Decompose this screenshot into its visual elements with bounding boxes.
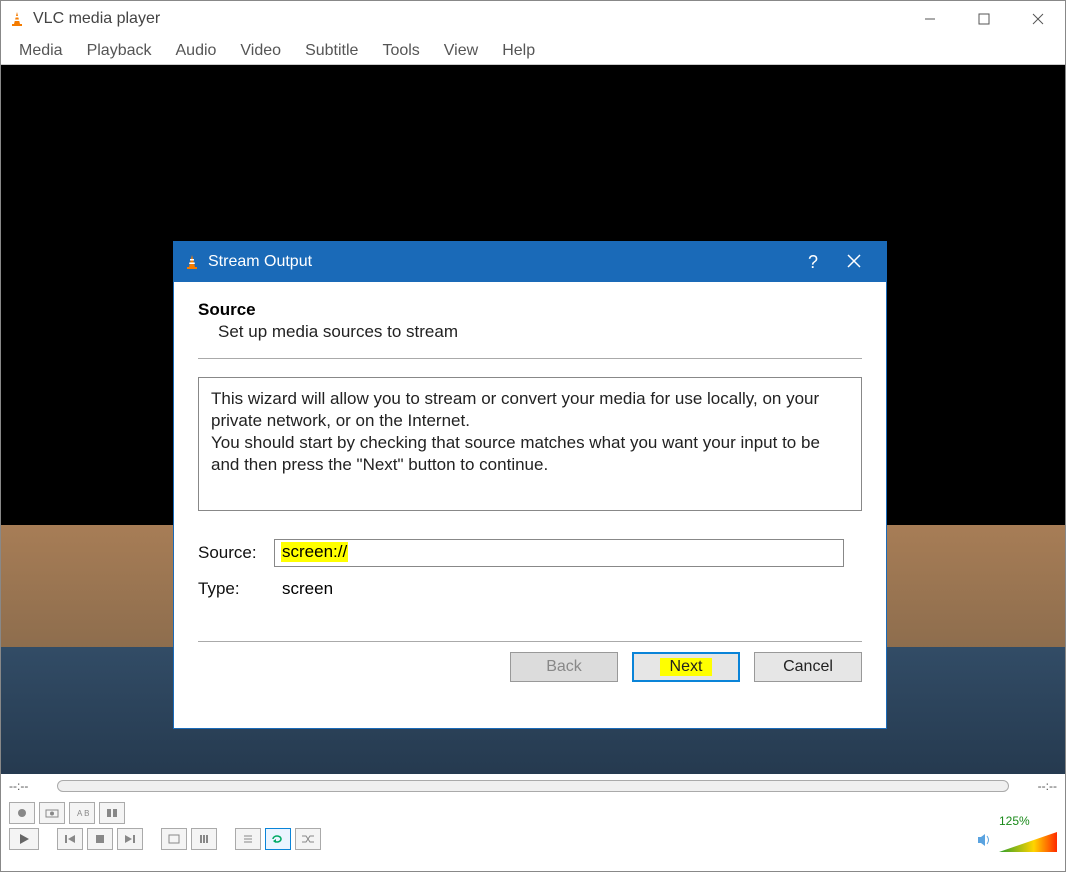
shuffle-button[interactable] (295, 828, 321, 850)
speaker-icon[interactable] (977, 833, 993, 850)
next-button-player[interactable] (117, 828, 143, 850)
divider (198, 358, 862, 359)
menu-help[interactable]: Help (490, 40, 547, 62)
extended-settings-button[interactable] (191, 828, 217, 850)
atob-loop-button[interactable]: A B (69, 802, 95, 824)
app-window: VLC media player Media Playback Audio Vi… (0, 0, 1066, 872)
time-total: --:-- (1017, 779, 1057, 793)
window-title: VLC media player (33, 10, 903, 28)
record-button[interactable] (9, 802, 35, 824)
time-elapsed: --:-- (9, 779, 49, 793)
play-button[interactable] (9, 828, 39, 850)
wizard-text-2: You should start by checking that source… (211, 433, 820, 474)
dialog-close-button[interactable] (832, 252, 876, 273)
close-button[interactable] (1011, 1, 1065, 37)
dialog-help-button[interactable]: ? (794, 252, 832, 273)
divider (198, 641, 862, 642)
dialog-fields: Source: screen:// Type: screen (198, 539, 862, 611)
svg-text:A B: A B (77, 809, 89, 818)
volume-percent: 125% (999, 814, 1057, 828)
vlc-cone-icon (9, 11, 25, 27)
seek-row: --:-- --:-- (1, 774, 1065, 798)
volume-wrapper: 125% (999, 814, 1057, 852)
dialog-body: Source Set up media sources to stream Th… (174, 282, 886, 728)
menu-media[interactable]: Media (7, 40, 75, 62)
menu-tools[interactable]: Tools (370, 40, 431, 62)
source-value: screen:// (281, 542, 348, 562)
menu-view[interactable]: View (432, 40, 490, 62)
next-button[interactable]: Next (632, 652, 740, 682)
seek-slider[interactable] (57, 780, 1009, 792)
frame-step-button[interactable] (99, 802, 125, 824)
menu-playback[interactable]: Playback (75, 40, 164, 62)
extra-buttons-row: A B (9, 802, 1057, 824)
fullscreen-button[interactable] (161, 828, 187, 850)
menu-subtitle[interactable]: Subtitle (293, 40, 370, 62)
dialog-heading: Source (198, 300, 862, 320)
volume-area: 125% (977, 814, 1057, 852)
video-area: superpctricks.com Stream Output ? Source… (1, 65, 1065, 774)
minimize-button[interactable] (903, 1, 957, 37)
dialog-title: Stream Output (208, 253, 794, 271)
snapshot-button[interactable] (39, 802, 65, 824)
stop-button[interactable] (87, 828, 113, 850)
dialog-subheading: Set up media sources to stream (218, 322, 862, 342)
player-controls: --:-- --:-- A B (1, 774, 1065, 858)
maximize-button[interactable] (957, 1, 1011, 37)
menubar: Media Playback Audio Video Subtitle Tool… (1, 37, 1065, 65)
playlist-button[interactable] (235, 828, 261, 850)
vlc-cone-icon (184, 254, 200, 270)
window-controls (903, 1, 1065, 37)
loop-button[interactable] (265, 828, 291, 850)
menu-audio[interactable]: Audio (164, 40, 229, 62)
type-label: Type: (198, 579, 274, 599)
back-button[interactable]: Back (510, 652, 618, 682)
source-label: Source: (198, 543, 274, 563)
dialog-titlebar: Stream Output ? (174, 242, 886, 282)
volume-slider[interactable] (999, 832, 1057, 852)
stream-output-dialog: Stream Output ? Source Set up media sour… (173, 241, 887, 729)
cancel-button[interactable]: Cancel (754, 652, 862, 682)
type-value: screen (282, 579, 333, 599)
playback-buttons-row (9, 828, 1057, 850)
wizard-description: This wizard will allow you to stream or … (198, 377, 862, 511)
source-input[interactable]: screen:// (274, 539, 844, 567)
dialog-buttons: Back Next Cancel (198, 652, 862, 686)
menu-video[interactable]: Video (228, 40, 293, 62)
previous-button[interactable] (57, 828, 83, 850)
titlebar: VLC media player (1, 1, 1065, 37)
wizard-text-1: This wizard will allow you to stream or … (211, 389, 819, 430)
